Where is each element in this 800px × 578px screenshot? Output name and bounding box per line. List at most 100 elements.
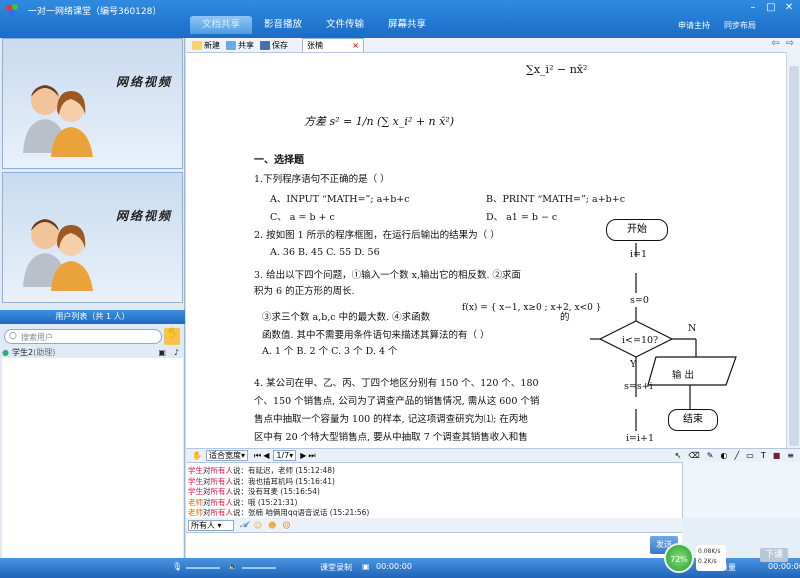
arrow-right-icon[interactable]: ⇨ (786, 38, 794, 49)
scroll-thumb[interactable] (789, 66, 799, 446)
zoom-select[interactable]: 适合宽度 ▾ (205, 450, 248, 461)
chat-side-panel (682, 462, 800, 518)
font-style-icon[interactable]: 𝓐 (240, 520, 248, 530)
main-tabs: 文档共享 影音播放 文件传输 屏幕共享 (190, 16, 438, 34)
formula-top: ∑x_i² − nx̄² (526, 63, 588, 76)
emoji-3-icon[interactable]: ☹ (282, 521, 290, 530)
emoji-2-icon[interactable]: ☻ (268, 521, 276, 530)
document-viewer[interactable]: ∑x_i² − nx̄² 方差 s² = 1/n (∑ x_i² + n x̄²… (186, 52, 786, 448)
doc-tab-label: 张楠 (307, 41, 323, 50)
piecewise-function: f(x) = { x−1, x≥0 ; x+2, x<0 } (462, 303, 602, 313)
tab-screen-share[interactable]: 屏幕共享 (376, 16, 438, 34)
user-search-input[interactable]: ○ 搜索用户 (4, 329, 162, 344)
doc-scrollbar[interactable] (786, 52, 800, 448)
chat-target: 所有人 (210, 487, 234, 496)
chat-log: 学生对所有人说：有延迟，老师 (15:12:48) 学生对所有人说：我也插耳机吗… (186, 462, 682, 518)
chat-options: 所有人 ▾ 𝓐 ☺ ☻ ☹ (186, 518, 682, 532)
mic-icon[interactable]: 🎙 (172, 562, 182, 571)
line-icon[interactable]: ╱ (734, 451, 739, 460)
video-caption: 网络视频 (115, 209, 172, 223)
new-button[interactable]: 新建 (192, 40, 220, 51)
tab-media-play[interactable]: 影音播放 (252, 16, 314, 34)
record-label: 课堂录制 (320, 563, 352, 572)
network-percent: 72% (664, 543, 694, 573)
record-icon[interactable]: ▣ (362, 562, 370, 571)
main-area: 新建 共享 保存 张楠 × ⇦ ⇨ ∑x_i² − nx̄² 方差 s² = 1/… (186, 38, 800, 578)
tab-doc-share[interactable]: 文档共享 (190, 16, 253, 34)
text-tool-icon[interactable]: T (761, 451, 766, 460)
chat-to: 对 (203, 466, 211, 475)
minimize-icon[interactable]: – (746, 2, 760, 14)
question-3-line-4: 函数值. 其中不需要用条件语句来描述其算法的有（ ） (262, 330, 490, 341)
left-panel: 网络视频 网络视频 用户列表（共 1 人） ○ 搜索用户 ✋ ● 学生2 (助理… (0, 38, 185, 578)
title-bar: 一对一网络课堂（编号360128） – □ ✕ 文档共享 影音播放 文件传输 屏… (0, 0, 800, 38)
share-button[interactable]: 共享 (226, 40, 254, 51)
chat-to: 对 (203, 487, 211, 496)
close-icon[interactable]: ✕ (782, 2, 796, 14)
camera-icon[interactable]: ▣ (158, 348, 166, 357)
download-speed: 0.2K/s (698, 558, 717, 565)
cursor-icon[interactable]: ✋ (192, 451, 202, 460)
prev-page-icon[interactable]: ◀ (263, 451, 269, 460)
last-page-icon[interactable]: ⏭ (308, 451, 315, 461)
q3-options: A. 1 个 B. 2 个 C. 3 个 D. 4 个 (262, 346, 398, 357)
q1-option-a: A、INPUT “MATH=”; a+b+c (270, 194, 410, 205)
mic-volume-slider[interactable] (186, 567, 220, 569)
flow-increment: i=i+1 (626, 433, 655, 444)
doc-tab[interactable]: 张楠 × (302, 38, 364, 52)
save-button[interactable]: 保存 (260, 40, 288, 51)
close-tab-icon[interactable]: × (352, 41, 359, 50)
tab-file-transfer[interactable]: 文件传输 (314, 16, 376, 34)
userlist-body (2, 358, 183, 568)
speaker-icon[interactable]: 🔈 (228, 562, 238, 571)
maximize-icon[interactable]: □ (764, 2, 778, 14)
variance-formula: 方差 s² = 1/n (∑ x_i² + n x̄²) (304, 115, 455, 128)
upload-speed: 0.08K/s (698, 548, 721, 555)
chat-input[interactable] (186, 532, 682, 558)
q1-option-c: C、 a = b + c (270, 212, 335, 223)
save-icon (260, 40, 270, 50)
userlist-title: 用户列表（共 1 人） (0, 310, 185, 324)
select-tool-icon[interactable]: ↖ (675, 451, 682, 460)
raise-hand-button[interactable]: ✋ (164, 328, 180, 345)
chat-message: 张楠 咱俩用qq语音说话 (15:21:56) (248, 508, 370, 517)
color-picker-icon[interactable]: ■ (773, 451, 781, 460)
search-icon: ○ (9, 331, 17, 341)
chat-sender: 学生 (188, 487, 203, 496)
chat-say: 说： (233, 466, 248, 475)
chat-line: 学生对所有人说：有延迟，老师 (15:12:48) (188, 465, 680, 476)
chat-target: 所有人 (210, 476, 234, 486)
video-window-1[interactable]: 网络视频 (2, 38, 183, 169)
emoji-icon[interactable]: ☺ (254, 521, 262, 530)
sync-layout-button[interactable]: 同步布局 (724, 20, 756, 31)
list-item[interactable]: ● 学生2 (助理) ▣ ♪ (2, 346, 183, 358)
chat-to: 对 (203, 497, 211, 507)
highlighter-icon[interactable]: ◐ (720, 451, 727, 460)
flow-s0: s=0 (630, 295, 649, 306)
flow-i1: i=1 (630, 249, 648, 260)
user-name: 学生2 (12, 347, 34, 357)
chat-target-select[interactable]: 所有人 ▾ (188, 519, 234, 531)
first-page-icon[interactable]: ⏮ (254, 451, 261, 461)
video-window-2[interactable]: 网络视频 (2, 172, 183, 303)
chat-to: 对 (203, 476, 211, 486)
request-host-button[interactable]: 申请主持 (678, 20, 710, 31)
chat-message: 哦 (15:21:31) (248, 497, 298, 507)
eraser-icon[interactable]: ⌫ (688, 451, 699, 460)
section-title: 一、选择题 (254, 155, 304, 166)
page-select[interactable]: 1/7 ▾ (273, 450, 297, 461)
flow-no-label: N (688, 323, 697, 334)
window-controls: – □ ✕ (746, 2, 796, 14)
chat-message: 我也插耳机吗 (15:16:41) (248, 476, 335, 486)
question-3-line-2: 积为 6 的正方形的周长. (254, 286, 355, 297)
pen-icon[interactable]: ✎ (707, 451, 714, 460)
chat-say: 说： (233, 497, 248, 507)
end-class-button[interactable]: 下课 (760, 548, 788, 562)
rect-icon[interactable]: ▭ (746, 451, 754, 460)
next-page-icon[interactable]: ▶ (300, 451, 306, 460)
mic-icon[interactable]: ♪ (174, 348, 179, 357)
arrow-left-icon[interactable]: ⇦ (771, 38, 779, 49)
speaker-volume-slider[interactable] (242, 567, 276, 569)
line-width-icon[interactable]: ≡ (787, 451, 794, 460)
chat-message: 有延迟，老师 (15:12:48) (248, 466, 335, 475)
